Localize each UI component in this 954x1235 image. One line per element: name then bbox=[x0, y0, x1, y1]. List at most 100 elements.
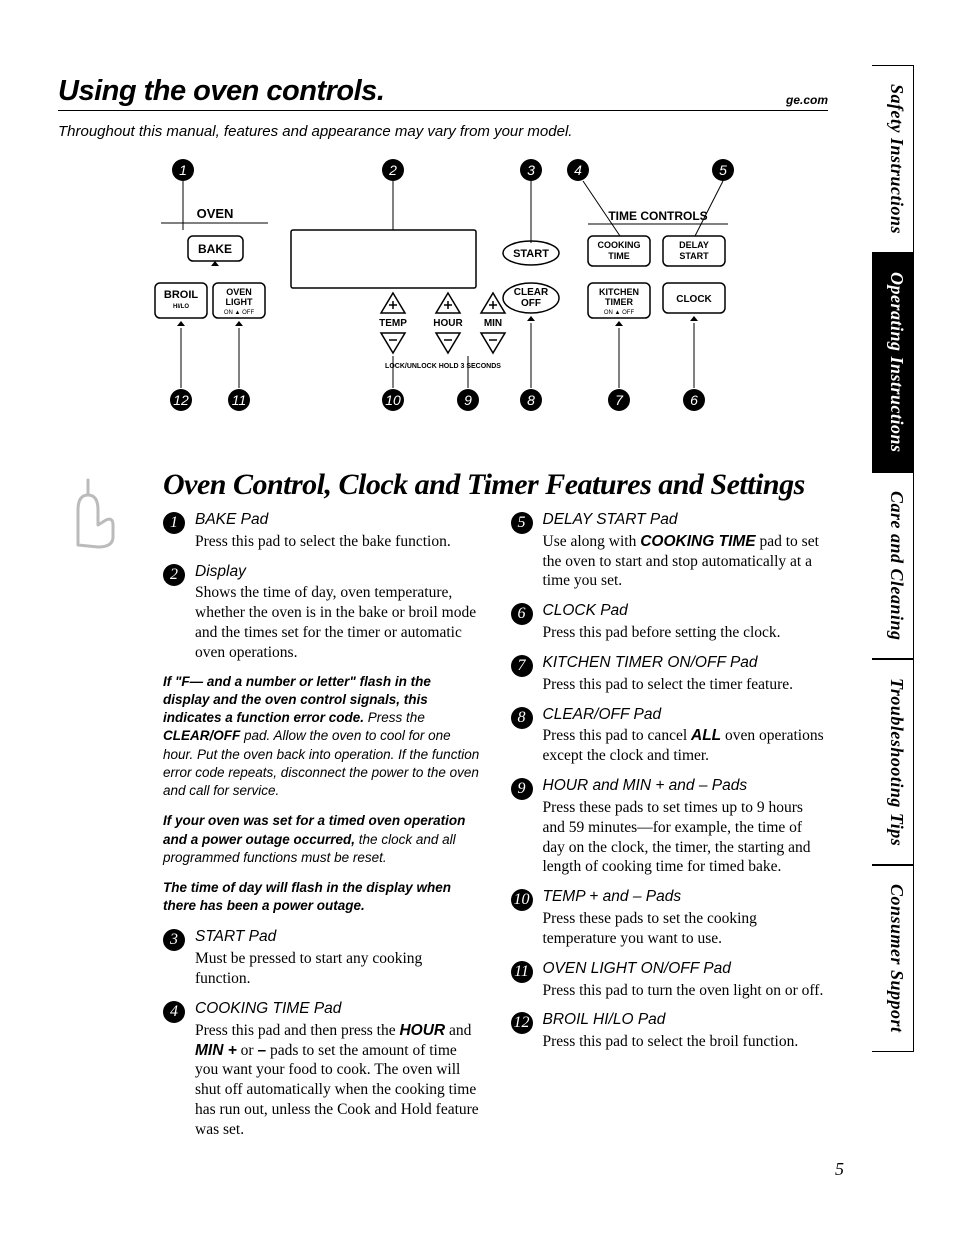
feature-title: BROIL HI/LO Pad bbox=[543, 1010, 829, 1030]
svg-text:LIGHT: LIGHT bbox=[226, 297, 253, 307]
feature-body: Press these pads to set times up to 9 ho… bbox=[543, 798, 829, 877]
svg-text:DELAY: DELAY bbox=[679, 240, 709, 250]
feature-title: DELAY START Pad bbox=[543, 510, 829, 530]
svg-text:OVEN: OVEN bbox=[197, 206, 234, 221]
svg-text:BAKE: BAKE bbox=[198, 242, 232, 256]
svg-text:7: 7 bbox=[615, 392, 624, 408]
callout-4: 4 bbox=[163, 1001, 185, 1023]
callout-top: 1 2 3 4 5 bbox=[172, 159, 734, 181]
svg-text:BROIL: BROIL bbox=[164, 289, 199, 301]
svg-text:6: 6 bbox=[690, 392, 698, 408]
side-tabs: Safety Instructions Operating Instructio… bbox=[872, 65, 914, 1115]
feature-title: Display bbox=[195, 562, 481, 582]
callout-6: 6 bbox=[511, 603, 533, 625]
right-column: 5 DELAY START Pad Use along with COOKING… bbox=[511, 510, 829, 1150]
feature-body: Shows the time of day, oven temperature,… bbox=[195, 583, 481, 662]
svg-text:MIN: MIN bbox=[484, 318, 502, 329]
svg-text:OVEN: OVEN bbox=[226, 287, 252, 297]
callout-1: 1 bbox=[163, 512, 185, 534]
callout-5: 5 bbox=[511, 512, 533, 534]
feature-9: 9 HOUR and MIN + and – PadsPress these p… bbox=[511, 776, 829, 877]
svg-text:START: START bbox=[513, 248, 549, 260]
page-content: Using the oven controls. ge.com Througho… bbox=[58, 75, 828, 1150]
tab-support[interactable]: Consumer Support bbox=[872, 865, 914, 1052]
svg-text:KITCHEN: KITCHEN bbox=[599, 287, 639, 297]
svg-text:10: 10 bbox=[385, 392, 401, 408]
feature-12: 12 BROIL HI/LO PadPress this pad to sele… bbox=[511, 1010, 829, 1052]
feature-columns: 1 BAKE Pad Press this pad to select the … bbox=[163, 510, 828, 1150]
title-rule bbox=[58, 110, 828, 111]
feature-body: Press this pad to cancel ALL oven operat… bbox=[543, 726, 829, 766]
svg-text:CLEAR: CLEAR bbox=[514, 287, 549, 298]
callout-10: 10 bbox=[511, 889, 533, 911]
svg-text:CLOCK: CLOCK bbox=[676, 294, 712, 305]
intro-text: Throughout this manual, features and app… bbox=[58, 123, 828, 140]
hand-pointing-icon bbox=[58, 475, 118, 550]
feature-2: 2 Display Shows the time of day, oven te… bbox=[163, 562, 481, 663]
svg-text:3: 3 bbox=[527, 162, 535, 178]
tab-troubleshooting[interactable]: Troubleshooting Tips bbox=[872, 659, 914, 865]
feature-11: 11 OVEN LIGHT ON/OFF PadPress this pad t… bbox=[511, 959, 829, 1001]
feature-6: 6 CLOCK PadPress this pad before setting… bbox=[511, 601, 829, 643]
svg-text:TEMP: TEMP bbox=[379, 318, 407, 329]
svg-text:11: 11 bbox=[232, 392, 247, 408]
feature-title: COOKING TIME Pad bbox=[195, 999, 481, 1019]
svg-text:TIMER: TIMER bbox=[605, 297, 633, 307]
callout-7: 7 bbox=[511, 655, 533, 677]
svg-text:LOCK/UNLOCK HOLD 3 SECONDS: LOCK/UNLOCK HOLD 3 SECONDS bbox=[385, 363, 501, 370]
feature-body: Press this pad to turn the oven light on… bbox=[543, 981, 829, 1001]
feature-title: CLEAR/OFF Pad bbox=[543, 705, 829, 725]
svg-text:TIME: TIME bbox=[608, 251, 630, 261]
feature-body: Press this pad and then press the HOUR a… bbox=[195, 1021, 481, 1140]
outage-note: If your oven was set for a timed oven op… bbox=[163, 812, 481, 867]
feature-3: 3 START Pad Must be pressed to start any… bbox=[163, 927, 481, 988]
svg-text:TIME CONTROLS: TIME CONTROLS bbox=[608, 209, 707, 223]
brand-url: ge.com bbox=[786, 93, 828, 107]
feature-5: 5 DELAY START Pad Use along with COOKING… bbox=[511, 510, 829, 591]
page-title: Using the oven controls. bbox=[58, 75, 828, 108]
feature-title: HOUR and MIN + and – Pads bbox=[543, 776, 829, 796]
callout-11: 11 bbox=[511, 961, 533, 983]
error-note: If "F— and a number or letter" flash in … bbox=[163, 673, 481, 801]
feature-title: CLOCK Pad bbox=[543, 601, 829, 621]
control-panel-diagram: 1 2 3 4 5 OVEN BAKE BROIL HI/LO OVEN LIG… bbox=[113, 158, 773, 428]
feature-1: 1 BAKE Pad Press this pad to select the … bbox=[163, 510, 481, 552]
svg-text:HOUR: HOUR bbox=[433, 318, 463, 329]
svg-text:COOKING: COOKING bbox=[597, 240, 640, 250]
callout-9: 9 bbox=[511, 778, 533, 800]
svg-text:ON ▲ OFF: ON ▲ OFF bbox=[604, 310, 635, 316]
page-number: 5 bbox=[835, 1159, 844, 1180]
callout-12: 12 bbox=[511, 1012, 533, 1034]
callout-2: 2 bbox=[163, 564, 185, 586]
svg-text:START: START bbox=[679, 251, 709, 261]
svg-text:ON ▲ OFF: ON ▲ OFF bbox=[224, 310, 255, 316]
svg-text:1: 1 bbox=[179, 162, 187, 178]
svg-text:4: 4 bbox=[574, 162, 582, 178]
feature-title: TEMP + and – Pads bbox=[543, 887, 829, 907]
flash-note: The time of day will flash in the displa… bbox=[163, 879, 481, 915]
tab-operating[interactable]: Operating Instructions bbox=[872, 253, 914, 472]
svg-text:OFF: OFF bbox=[521, 298, 541, 309]
feature-body: Must be pressed to start any cooking fun… bbox=[195, 949, 481, 989]
feature-body: Press these pads to set the cooking temp… bbox=[543, 909, 829, 949]
feature-title: OVEN LIGHT ON/OFF Pad bbox=[543, 959, 829, 979]
feature-body: Press this pad to select the broil funct… bbox=[543, 1032, 829, 1052]
feature-title: BAKE Pad bbox=[195, 510, 481, 530]
feature-10: 10 TEMP + and – PadsPress these pads to … bbox=[511, 887, 829, 948]
svg-text:HI/LO: HI/LO bbox=[173, 304, 189, 310]
svg-text:12: 12 bbox=[173, 392, 189, 408]
svg-text:5: 5 bbox=[719, 162, 727, 178]
tab-care[interactable]: Care and Cleaning bbox=[872, 472, 914, 660]
left-column: 1 BAKE Pad Press this pad to select the … bbox=[163, 510, 481, 1150]
svg-text:2: 2 bbox=[388, 162, 397, 178]
feature-8: 8 CLEAR/OFF Pad Press this pad to cancel… bbox=[511, 705, 829, 766]
feature-body: Press this pad to select the bake functi… bbox=[195, 532, 481, 552]
feature-body: Press this pad before setting the clock. bbox=[543, 623, 829, 643]
feature-title: START Pad bbox=[195, 927, 481, 947]
feature-7: 7 KITCHEN TIMER ON/OFF PadPress this pad… bbox=[511, 653, 829, 695]
svg-text:8: 8 bbox=[527, 392, 535, 408]
feature-body: Use along with COOKING TIME pad to set t… bbox=[543, 532, 829, 591]
callout-8: 8 bbox=[511, 707, 533, 729]
tab-safety[interactable]: Safety Instructions bbox=[872, 65, 914, 253]
svg-text:9: 9 bbox=[464, 392, 472, 408]
